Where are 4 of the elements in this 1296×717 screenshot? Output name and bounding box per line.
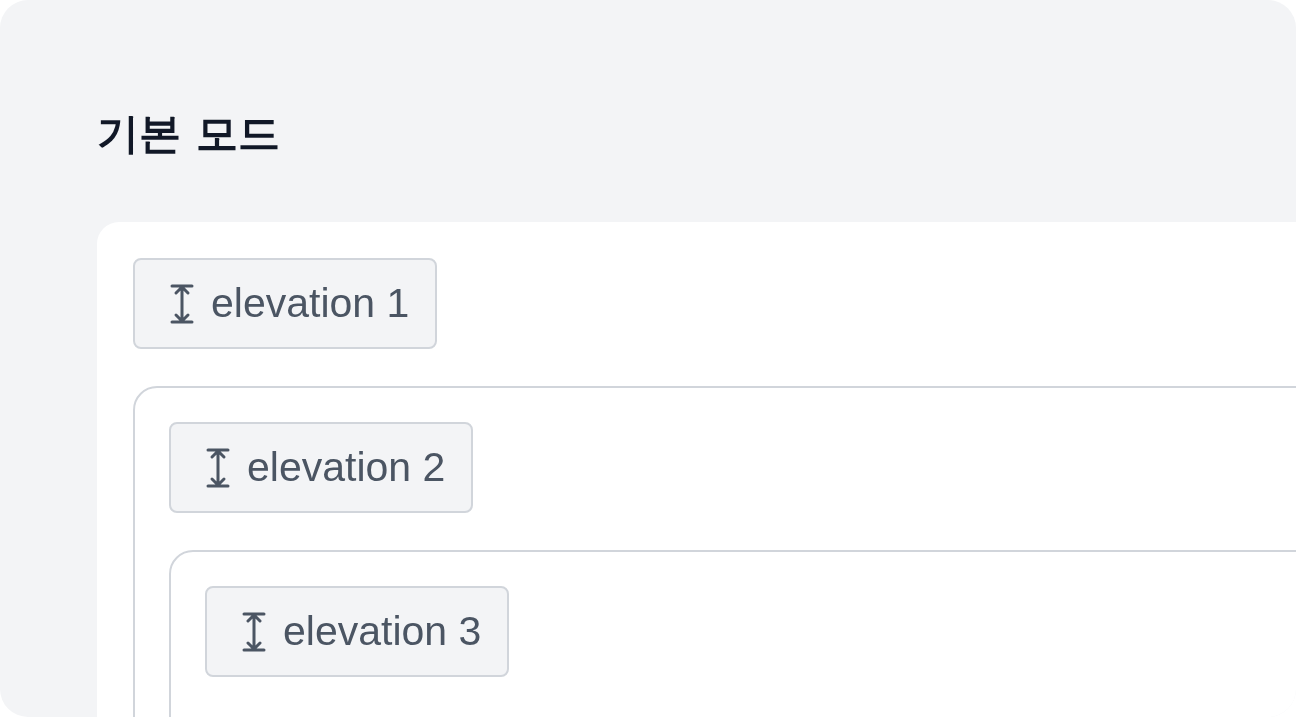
elevation-chip: elevation 1 [133,258,438,349]
elevation-chip: elevation 2 [169,422,474,513]
section-title: 기본 모드 [97,108,281,160]
elevation-chip: elevation 3 [205,586,510,677]
